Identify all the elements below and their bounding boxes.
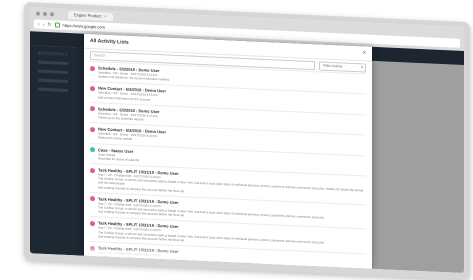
tab-title: Engine Product bbox=[74, 12, 102, 19]
activity-type-icon bbox=[90, 85, 95, 92]
activity-list: Schedule - 5/3/2018 : Demo User Schedule … bbox=[84, 60, 372, 273]
browser-tab[interactable]: Engine Product × bbox=[68, 10, 113, 22]
back-icon[interactable]: ‹ bbox=[38, 21, 40, 27]
close-icon[interactable]: × bbox=[362, 50, 366, 56]
reload-icon[interactable]: ↻ bbox=[47, 22, 51, 28]
activity-type-icon bbox=[90, 196, 95, 202]
tab-close-icon[interactable]: × bbox=[104, 13, 106, 21]
activity-type-icon bbox=[90, 147, 95, 153]
minimize-window-dot[interactable] bbox=[43, 11, 47, 17]
modal-title: All Activity Lists bbox=[90, 37, 129, 46]
activity-type-icon bbox=[90, 65, 95, 71]
lock-icon bbox=[54, 22, 60, 28]
activity-modal: All Activity Lists × Search Filter Activ… bbox=[84, 33, 372, 273]
maximize-window-dot[interactable] bbox=[50, 12, 54, 17]
close-window-dot[interactable] bbox=[36, 11, 40, 16]
window-controls bbox=[36, 11, 54, 17]
activity-type-icon bbox=[90, 106, 95, 112]
forward-icon[interactable]: › bbox=[43, 21, 45, 27]
url-text: https://www.google.com bbox=[62, 22, 105, 30]
activity-type-icon bbox=[90, 220, 95, 227]
activity-type-icon bbox=[90, 126, 95, 132]
chevron-down-icon: ▾ bbox=[361, 64, 363, 69]
activity-type-icon bbox=[90, 167, 95, 173]
filter-label: Filter Activity bbox=[323, 63, 343, 68]
laptop-frame: Engine Product × ‹ › ↻ https://www.googl… bbox=[24, 2, 470, 280]
filter-dropdown[interactable]: Filter Activity ▾ bbox=[319, 60, 366, 73]
screen: Engine Product × ‹ › ↻ https://www.googl… bbox=[30, 7, 464, 273]
